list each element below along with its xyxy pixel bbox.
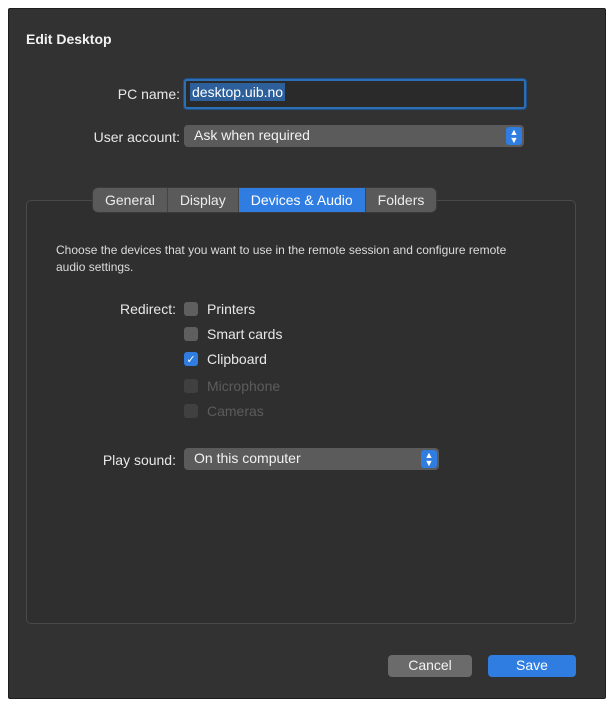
cameras-label: Cameras: [207, 403, 264, 419]
tab-devices-audio[interactable]: Devices & Audio: [238, 188, 366, 212]
pc-name-label: PC name:: [117, 86, 180, 102]
clipboard-checkbox[interactable]: ✓ Clipboard: [184, 350, 267, 368]
microphone-label: Microphone: [207, 378, 281, 394]
user-account-label: User account:: [93, 129, 180, 145]
pc-name-input[interactable]: desktop.uib.no: [184, 79, 526, 109]
clipboard-label: Clipboard: [207, 351, 267, 367]
checkbox-box[interactable]: [184, 327, 198, 341]
cameras-checkbox: Cameras: [184, 402, 264, 420]
tab-folders[interactable]: Folders: [366, 188, 437, 212]
printers-label: Printers: [207, 301, 256, 317]
user-account-select[interactable]: Ask when required ▲ ▼: [184, 125, 524, 147]
cancel-button[interactable]: Cancel: [388, 655, 472, 677]
printers-checkbox[interactable]: Printers: [184, 300, 255, 318]
play-sound-value: On this computer: [194, 450, 301, 466]
microphone-checkbox: Microphone: [184, 377, 280, 395]
chevron-updown-icon: ▲ ▼: [506, 127, 522, 145]
play-sound-label: Play sound:: [102, 452, 176, 468]
play-sound-select[interactable]: On this computer ▲ ▼: [184, 448, 439, 470]
dialog-title: Edit Desktop: [26, 31, 112, 47]
redirect-label: Redirect:: [119, 301, 176, 317]
tab-display[interactable]: Display: [168, 188, 239, 212]
user-account-value: Ask when required: [194, 127, 310, 143]
checkbox-box: [184, 379, 198, 393]
tab-general[interactable]: General: [93, 188, 168, 212]
tab-bar: General Display Devices & Audio Folders: [93, 188, 437, 212]
smart-cards-label: Smart cards: [207, 326, 283, 342]
pc-name-value: desktop.uib.no: [190, 83, 286, 101]
smart-cards-checkbox[interactable]: Smart cards: [184, 325, 282, 343]
chevron-updown-icon: ▲ ▼: [421, 450, 437, 468]
checkbox-box: [184, 404, 198, 418]
devices-description: Choose the devices that you want to use …: [56, 243, 507, 274]
checkmark-icon[interactable]: ✓: [184, 352, 198, 366]
checkbox-box[interactable]: [184, 302, 198, 316]
save-button[interactable]: Save: [488, 655, 576, 677]
